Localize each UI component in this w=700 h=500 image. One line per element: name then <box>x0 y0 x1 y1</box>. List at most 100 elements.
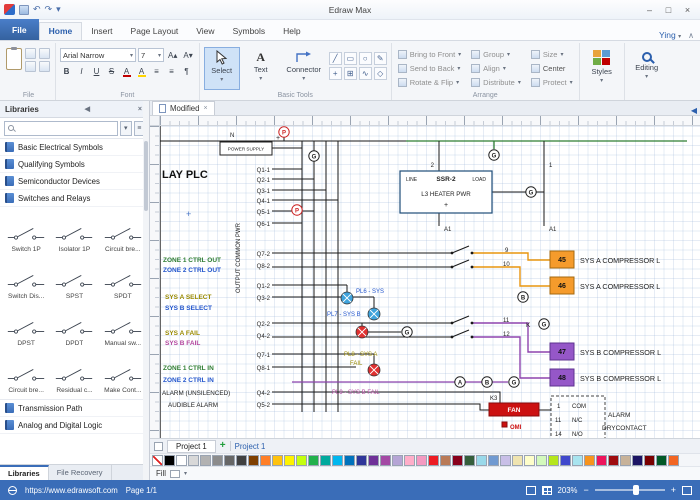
color-swatch[interactable] <box>560 455 571 466</box>
cut-icon[interactable] <box>39 48 50 59</box>
maximize-button[interactable]: □ <box>660 3 677 17</box>
color-swatch[interactable] <box>368 455 379 466</box>
symbol-item[interactable]: Manual sw... <box>99 302 147 349</box>
terminal-circle[interactable]: G <box>539 319 549 329</box>
editing-button[interactable]: Editing ▾ <box>629 45 665 88</box>
color-swatch[interactable] <box>296 455 307 466</box>
diagram-box[interactable] <box>502 422 507 427</box>
color-swatch[interactable] <box>632 455 643 466</box>
sheet-tab-secondary[interactable]: Project 1 <box>235 442 266 451</box>
color-swatch[interactable] <box>596 455 607 466</box>
fit-width-icon[interactable] <box>542 486 552 495</box>
color-swatch[interactable] <box>164 455 175 466</box>
terminal-circle[interactable]: G <box>309 151 319 161</box>
color-swatch[interactable] <box>512 455 523 466</box>
zoom-out-button[interactable]: − <box>583 486 588 495</box>
tab-symbols[interactable]: Symbols <box>224 23 275 40</box>
protect-button[interactable]: Protect▾ <box>529 76 575 88</box>
symbol-item[interactable]: SPDT <box>99 255 147 302</box>
color-swatch[interactable] <box>668 455 679 466</box>
symbol-item[interactable]: Circuit bre... <box>99 208 147 255</box>
align-center-button[interactable]: ≡ <box>165 65 178 78</box>
group-button[interactable]: Group▾ <box>469 48 523 60</box>
drawing-canvas[interactable]: 45464748FANPGGPGGBGABGNPOWER SUPPLY+LAY … <box>160 126 700 438</box>
user-menu[interactable]: Ying ▾ <box>659 30 681 40</box>
wire[interactable] <box>472 253 550 260</box>
paragraph-button[interactable]: ¶ <box>180 65 193 78</box>
panel-dock-icon[interactable]: ◀ <box>83 105 92 113</box>
font-color-button[interactable]: A <box>120 65 133 78</box>
fill-swatch[interactable] <box>170 470 180 478</box>
tab-home[interactable]: Home <box>39 22 83 40</box>
select-tool-button[interactable]: Select ▾ <box>204 47 240 90</box>
color-swatch[interactable] <box>392 455 403 466</box>
bold-button[interactable]: B <box>60 65 73 78</box>
color-swatch[interactable] <box>644 455 655 466</box>
library-item[interactable]: Transmission Path <box>0 400 149 417</box>
color-swatch[interactable] <box>584 455 595 466</box>
clipboard-icon[interactable] <box>39 61 50 72</box>
color-swatch[interactable] <box>236 455 247 466</box>
color-swatch[interactable] <box>356 455 367 466</box>
center-button[interactable]: Center <box>529 62 575 74</box>
tab-scroll-left-icon[interactable]: ◀ <box>691 106 700 115</box>
grid-tool-button[interactable]: ⊞ <box>344 67 357 80</box>
document-close-icon[interactable]: × <box>203 105 207 112</box>
paste-icon[interactable] <box>6 48 22 70</box>
send-to-back-button[interactable]: Send to Back▾ <box>396 62 463 74</box>
symbol-item[interactable]: DPDT <box>50 302 98 349</box>
wire[interactable] <box>272 392 500 403</box>
sidebar-scrollbar[interactable] <box>143 101 149 480</box>
zoom-slider-thumb[interactable] <box>633 485 639 495</box>
wire[interactable] <box>452 246 469 253</box>
indicator-lamp-symbol[interactable] <box>368 308 380 320</box>
color-swatch[interactable] <box>428 455 439 466</box>
fill-caret-icon[interactable]: ▾ <box>184 470 187 477</box>
highlight-color-button[interactable]: A <box>135 65 148 78</box>
terminal-circle[interactable]: G <box>526 187 536 197</box>
color-swatch[interactable] <box>620 455 631 466</box>
indicator-lamp-symbol[interactable] <box>356 326 368 338</box>
symbol-item[interactable]: Switch 1P <box>2 208 50 255</box>
size-button[interactable]: Size▾ <box>529 48 575 60</box>
library-item[interactable]: Analog and Digital Logic <box>0 417 149 434</box>
tab-libraries[interactable]: Libraries <box>0 465 49 480</box>
symbol-item[interactable]: DPST <box>2 302 50 349</box>
font-size-select[interactable]: 7▾ <box>138 48 164 62</box>
search-option-button[interactable]: ▾ <box>120 121 132 136</box>
color-swatch[interactable] <box>260 455 271 466</box>
align-button[interactable]: Align▾ <box>469 62 523 74</box>
strikethrough-button[interactable]: S <box>105 65 118 78</box>
color-swatch[interactable] <box>152 455 163 466</box>
color-swatch[interactable] <box>608 455 619 466</box>
library-search-box[interactable] <box>4 121 118 136</box>
shape-tool-button[interactable]: ◇ <box>374 67 387 80</box>
minimize-button[interactable]: – <box>641 3 658 17</box>
styles-button[interactable]: Styles ▾ <box>584 45 620 88</box>
color-swatch[interactable] <box>416 455 427 466</box>
color-swatch[interactable] <box>524 455 535 466</box>
terminal-circle[interactable]: P <box>292 205 302 215</box>
color-swatch[interactable] <box>500 455 511 466</box>
color-swatch[interactable] <box>380 455 391 466</box>
library-item[interactable]: Switches and Relays <box>0 190 149 207</box>
symbol-item[interactable]: Circuit bre... <box>2 349 50 396</box>
color-swatch[interactable] <box>464 455 475 466</box>
color-swatch[interactable] <box>212 455 223 466</box>
sheet-tab[interactable]: Project 1 <box>167 440 216 453</box>
terminal-circle[interactable]: G <box>509 377 519 387</box>
color-swatch[interactable] <box>188 455 199 466</box>
copy-icon[interactable] <box>25 48 36 59</box>
search-input[interactable] <box>17 124 114 133</box>
tab-file-recovery[interactable]: File Recovery <box>49 465 112 480</box>
color-swatch[interactable] <box>452 455 463 466</box>
color-swatch[interactable] <box>440 455 451 466</box>
plus-tool-button[interactable]: + <box>329 67 342 80</box>
distribute-button[interactable]: Distribute▾ <box>469 76 523 88</box>
tab-insert[interactable]: Insert <box>82 23 121 40</box>
rectangle-tool-button[interactable]: ▭ <box>344 52 357 65</box>
collapse-ribbon-icon[interactable]: ∧ <box>688 31 694 40</box>
symbol-item[interactable]: Residual c... <box>50 349 98 396</box>
document-tab[interactable]: Modified × <box>152 101 215 115</box>
color-swatch[interactable] <box>404 455 415 466</box>
